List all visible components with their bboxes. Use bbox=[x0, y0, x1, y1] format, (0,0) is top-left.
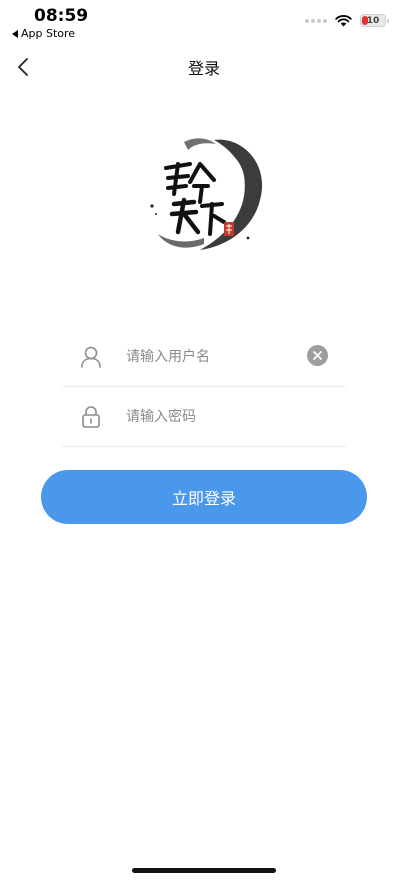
password-input[interactable] bbox=[126, 405, 296, 429]
status-time: 08:59 bbox=[34, 6, 89, 26]
battery-level: 10 bbox=[366, 15, 380, 26]
login-button[interactable]: 立即登录 bbox=[41, 470, 367, 524]
back-to-app-link[interactable]: App Store bbox=[12, 27, 75, 40]
clear-username-button[interactable] bbox=[307, 345, 328, 366]
login-screen: 08:59 App Store 10 登录 请输入用户名 立即登录 bbox=[0, 0, 408, 883]
username-row bbox=[62, 327, 346, 387]
lock-icon bbox=[82, 406, 100, 428]
username-input[interactable] bbox=[126, 345, 296, 369]
clear-icon bbox=[313, 351, 322, 360]
page-title: 登录 bbox=[187, 59, 220, 78]
back-triangle-icon bbox=[12, 29, 18, 38]
battery-icon: 10 bbox=[360, 14, 389, 27]
home-indicator[interactable] bbox=[132, 868, 276, 873]
password-row bbox=[62, 387, 346, 447]
cellular-signal-icon bbox=[305, 18, 327, 23]
calligraphy-logo bbox=[144, 134, 264, 256]
wifi-icon bbox=[335, 14, 352, 26]
user-icon bbox=[81, 346, 101, 368]
back-app-label: App Store bbox=[21, 27, 76, 40]
status-indicators: 10 bbox=[305, 14, 389, 27]
